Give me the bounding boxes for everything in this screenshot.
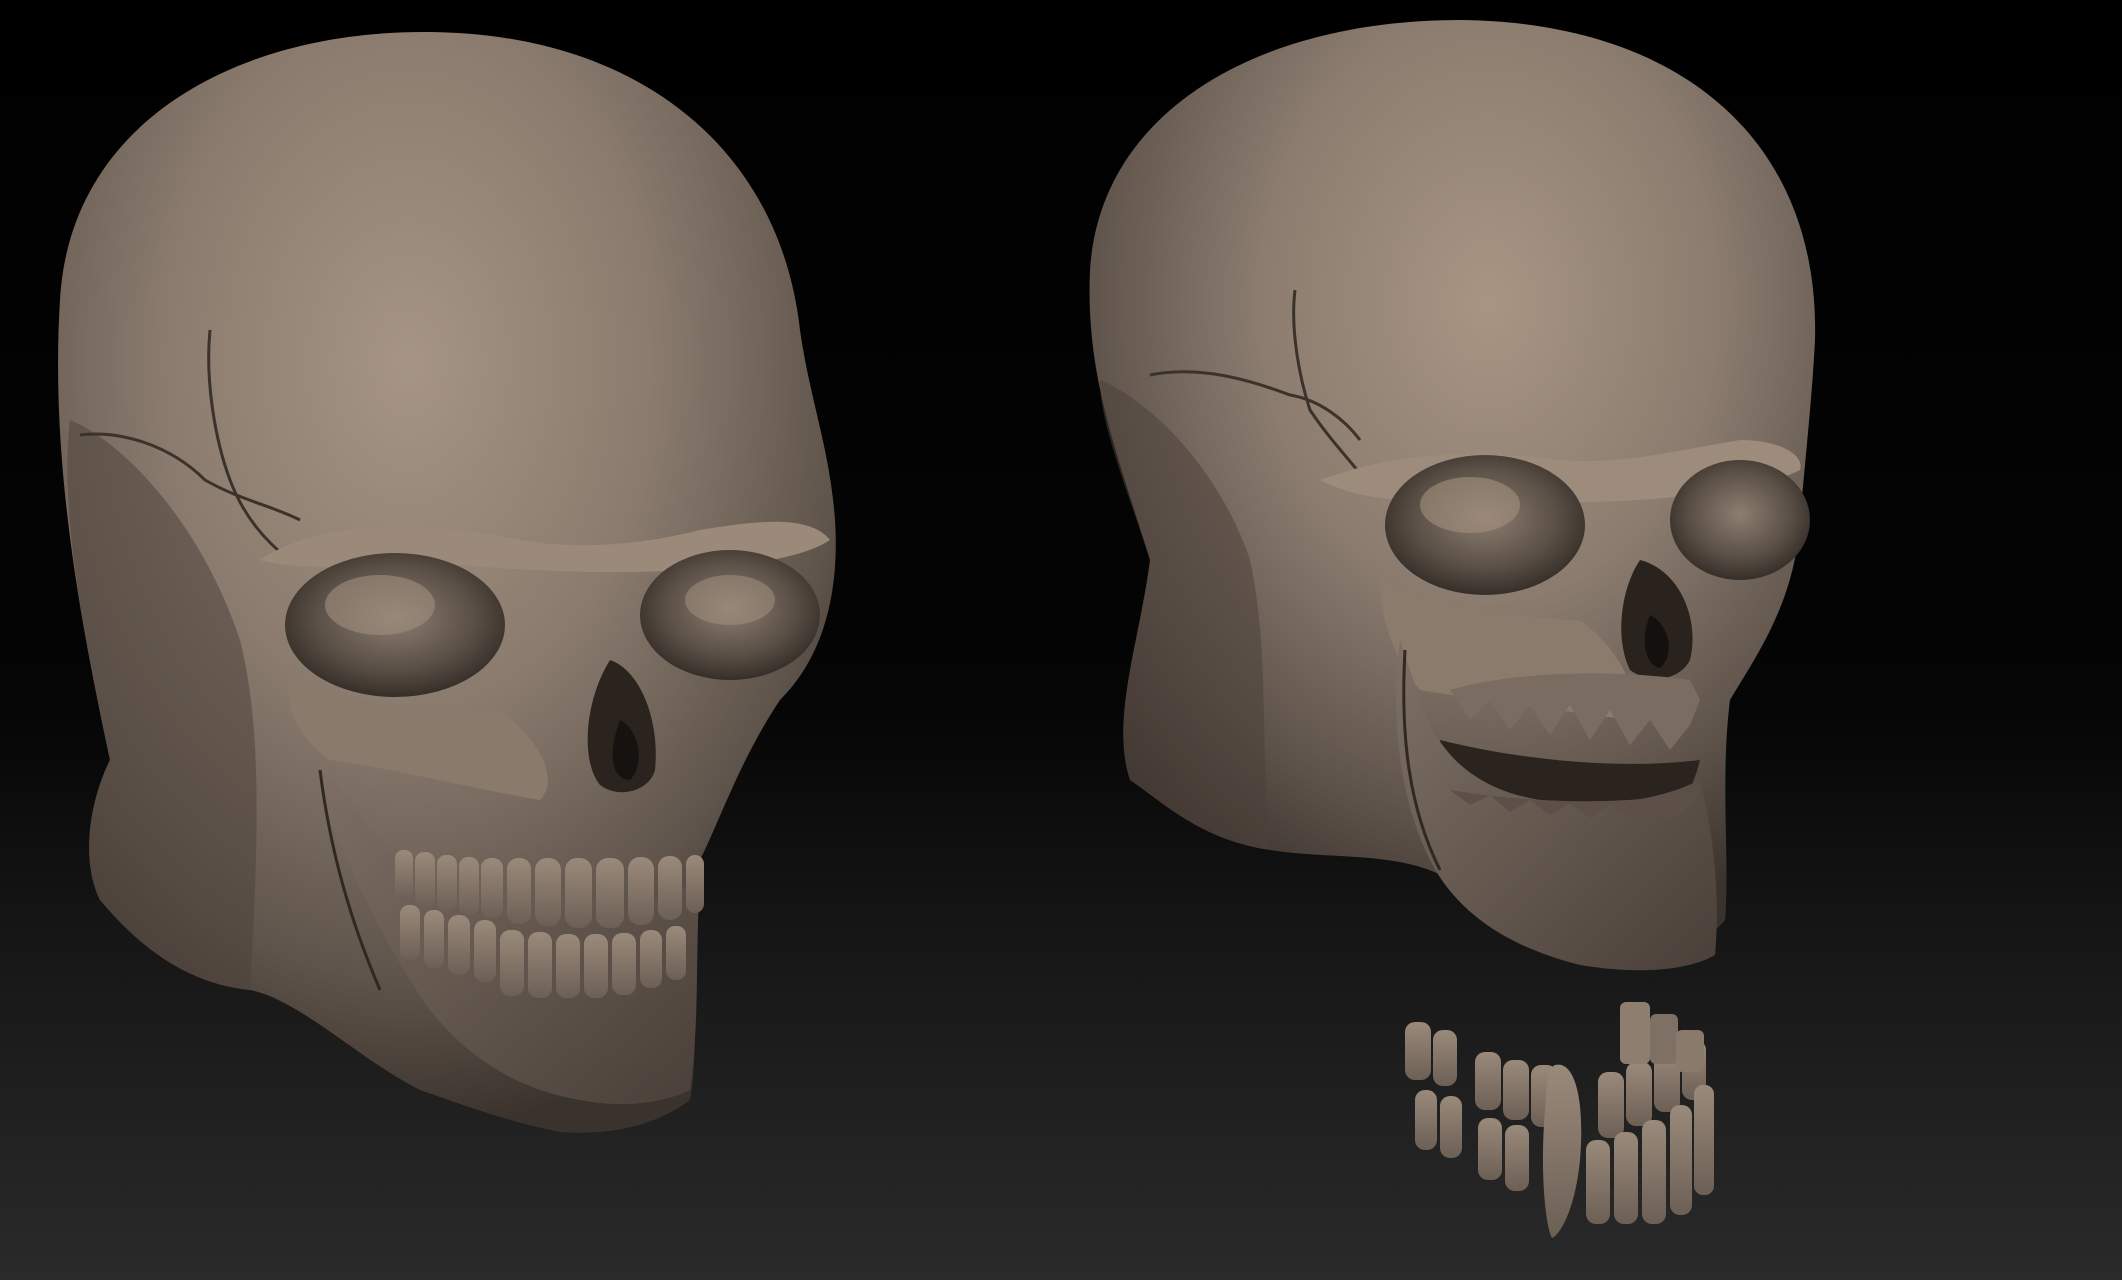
skull-open-jaw [1089, 20, 1816, 971]
skull-closed-jaw [58, 31, 836, 1133]
eye-socket-right [1670, 460, 1810, 580]
render-viewport [0, 0, 2122, 1280]
render-canvas [58, 20, 1816, 1238]
loose-teeth-set [1405, 1002, 1714, 1238]
